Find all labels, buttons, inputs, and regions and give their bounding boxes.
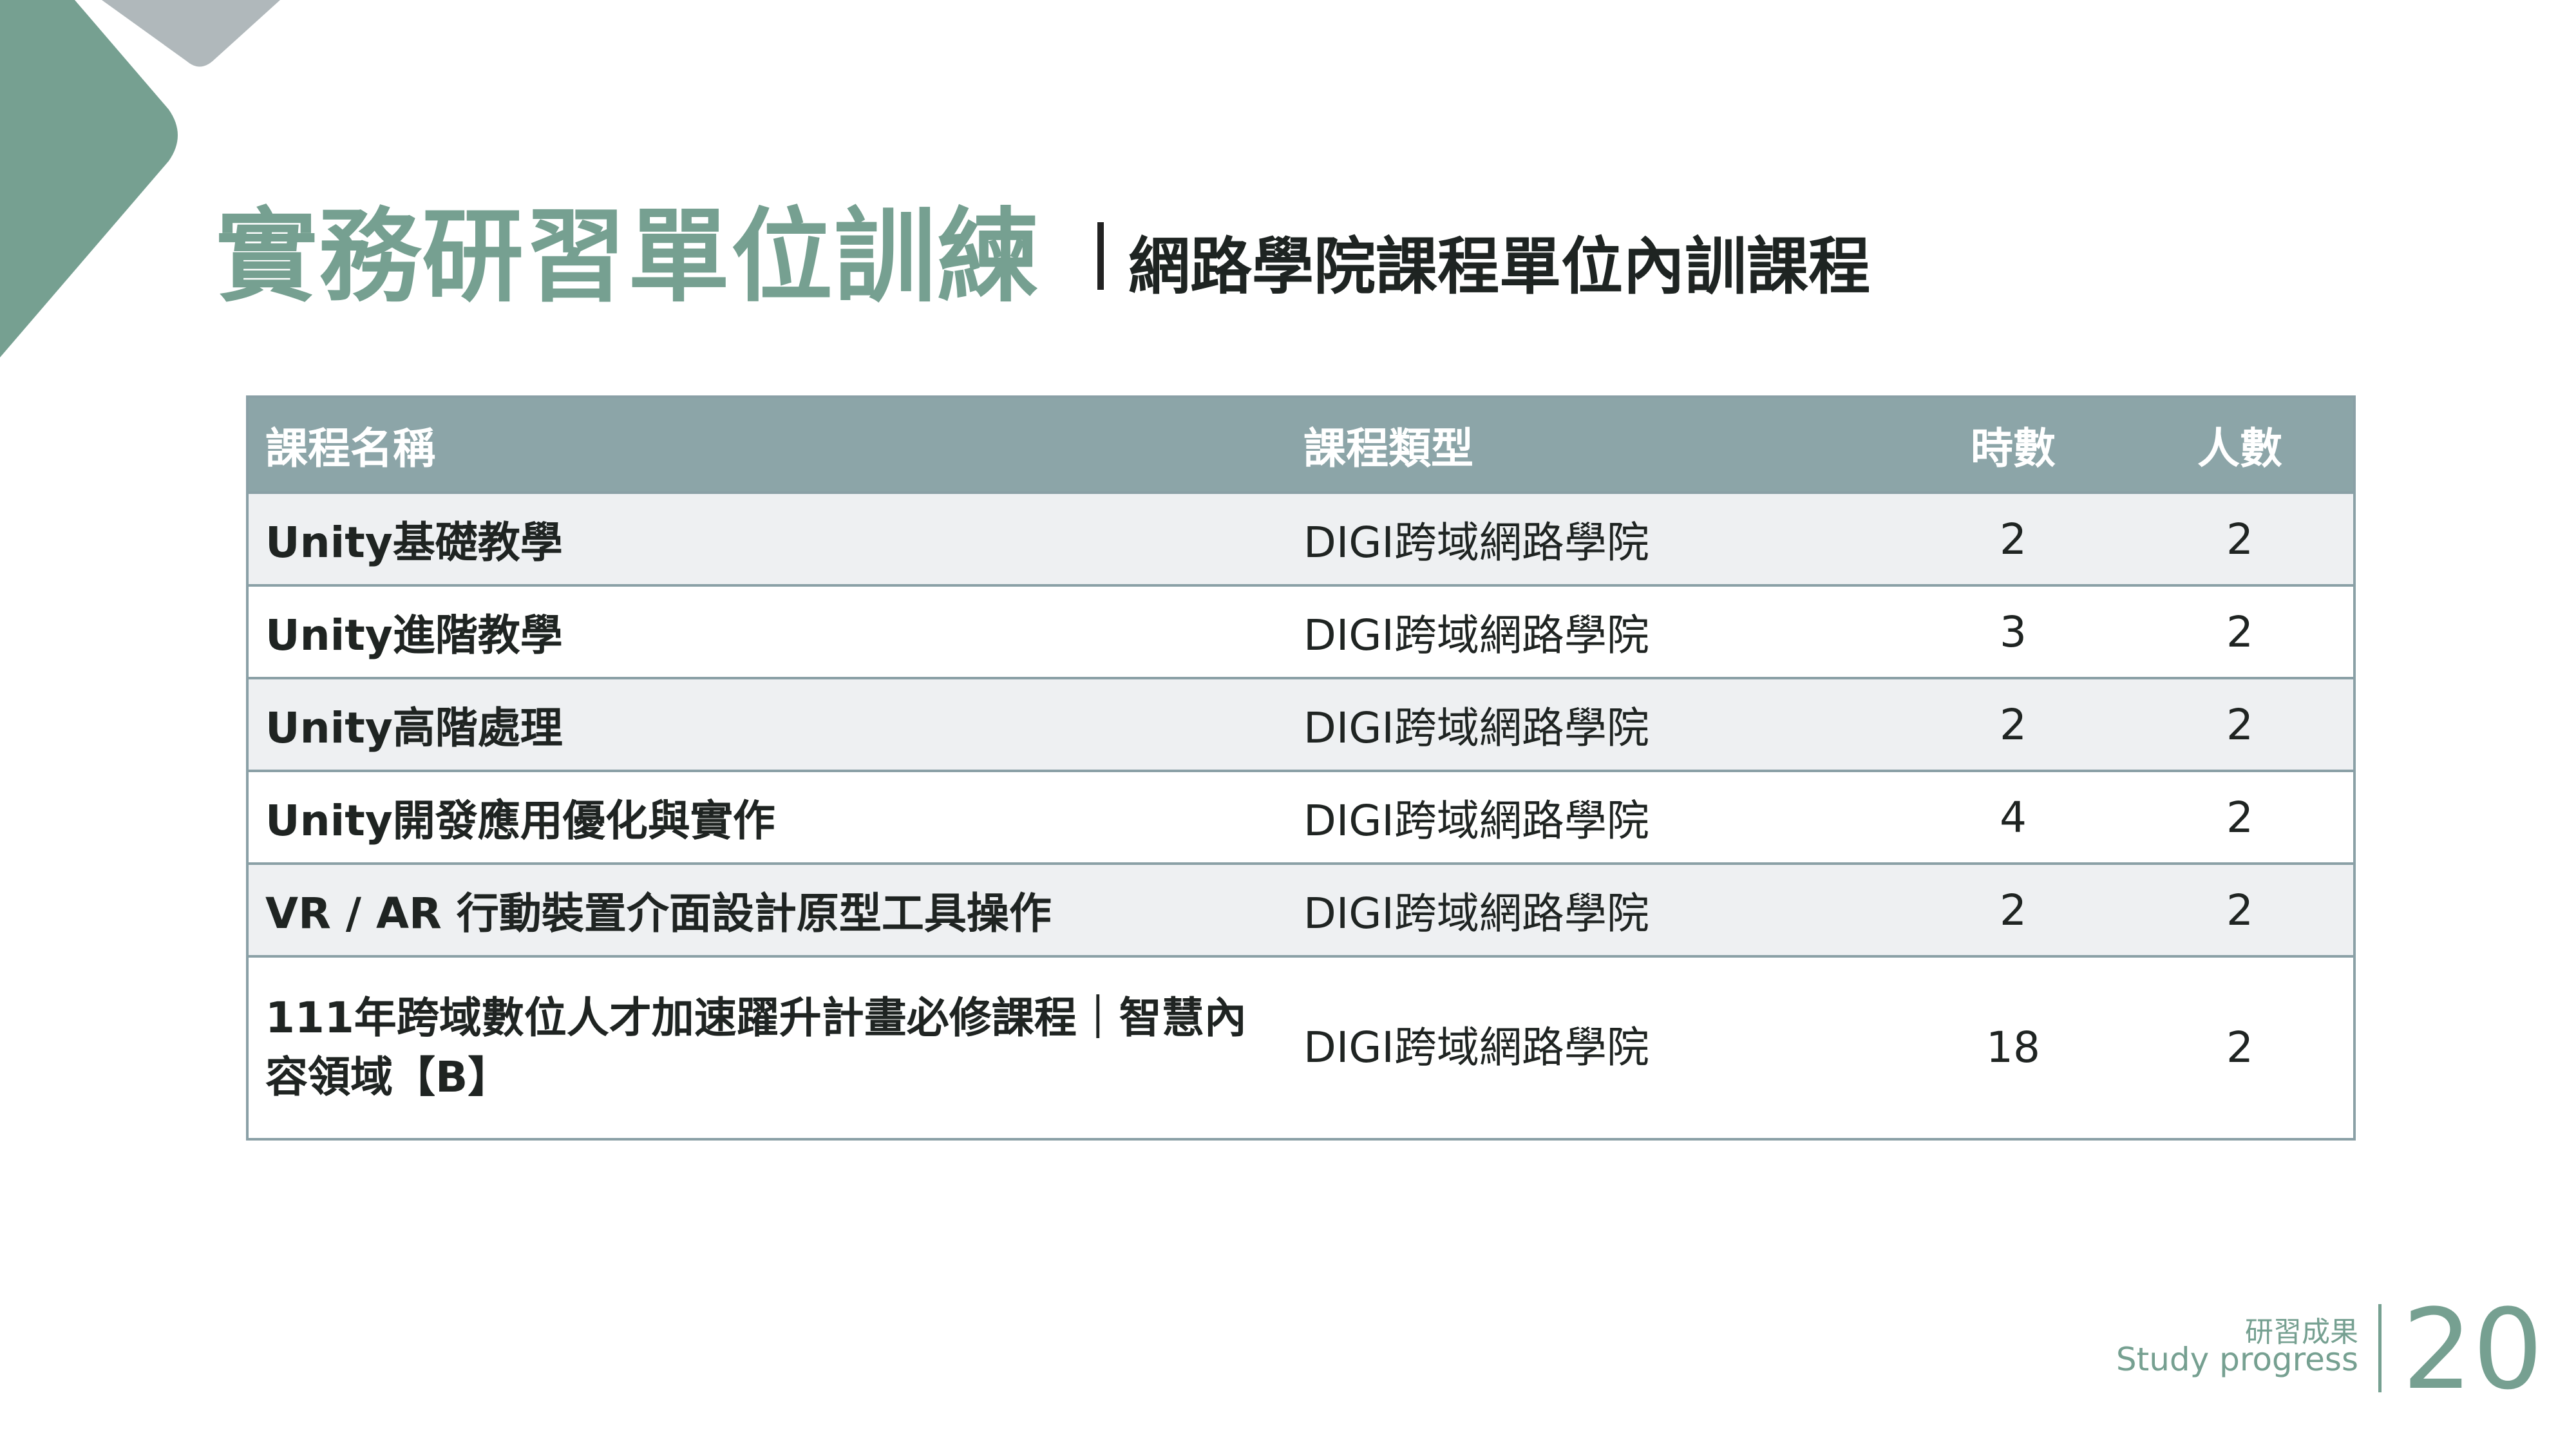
cell-course-type: DIGI跨域網路學院 [1287,770,1900,864]
cell-hours: 2 [1900,862,2126,956]
grey-triangle-shape [102,0,280,67]
column-header-hours: 時數 [1900,397,2126,493]
cell-people: 2 [2126,770,2354,864]
cell-people: 2 [2126,491,2354,585]
page-title: 實務研習單位訓練 [216,198,1040,316]
cell-course-name: 111年跨域數位人才加速躍升計畫必修課程｜智慧內容領域【B】 [247,955,1287,1139]
table-row: Unity開發應用優化與實作 DIGI跨域網路學院 4 2 [247,770,2354,864]
cell-hours: 2 [1900,677,2126,771]
cell-course-name: Unity開發應用優化與實作 [247,770,1287,864]
cell-course-name: Unity進階教學 [247,584,1287,678]
cell-hours: 3 [1900,584,2126,678]
cell-hours: 2 [1900,491,2126,585]
footer-section-en: Study progress [2116,1341,2358,1378]
table-row: 111年跨域數位人才加速躍升計畫必修課程｜智慧內容領域【B】 DIGI跨域網路學院… [247,955,2354,1139]
table-row: VR / AR 行動裝置介面設計原型工具操作 DIGI跨域網路學院 2 2 [247,862,2354,956]
cell-course-type: DIGI跨域網路學院 [1287,677,1900,771]
green-chevron-shape [0,0,178,357]
cell-hours: 18 [1900,955,2126,1139]
page-subtitle: 網路學院課程單位內訓課程 [1128,231,1870,303]
page-number: 20 [2402,1285,2543,1414]
column-header-people: 人數 [2126,397,2354,493]
cell-people: 2 [2126,677,2354,771]
cell-course-name: Unity高階處理 [247,677,1287,771]
table-row: Unity基礎教學 DIGI跨域網路學院 2 2 [247,491,2354,585]
cell-course-type: DIGI跨域網路學院 [1287,491,1900,585]
title-separator [1097,222,1104,290]
footer-divider [2378,1304,2382,1392]
cell-course-type: DIGI跨域網路學院 [1287,955,1900,1139]
cell-course-name: VR / AR 行動裝置介面設計原型工具操作 [247,862,1287,956]
cell-people: 2 [2126,862,2354,956]
cell-people: 2 [2126,584,2354,678]
cell-people: 2 [2126,955,2354,1139]
cell-course-type: DIGI跨域網路學院 [1287,584,1900,678]
column-header-name: 課程名稱 [247,397,1287,493]
course-table: 課程名稱 課程類型 時數 人數 Unity基礎教學 DIGI跨域網路學院 2 2 Uni… [246,395,2356,1141]
cell-hours: 4 [1900,770,2126,864]
table-row: Unity高階處理 DIGI跨域網路學院 2 2 [247,677,2354,771]
cell-course-type: DIGI跨域網路學院 [1287,862,1900,956]
column-header-type: 課程類型 [1287,397,1900,493]
cell-course-name: Unity基礎教學 [247,491,1287,585]
table-row: Unity進階教學 DIGI跨域網路學院 3 2 [247,584,2354,678]
table-header-row: 課程名稱 課程類型 時數 人數 [247,397,2354,493]
